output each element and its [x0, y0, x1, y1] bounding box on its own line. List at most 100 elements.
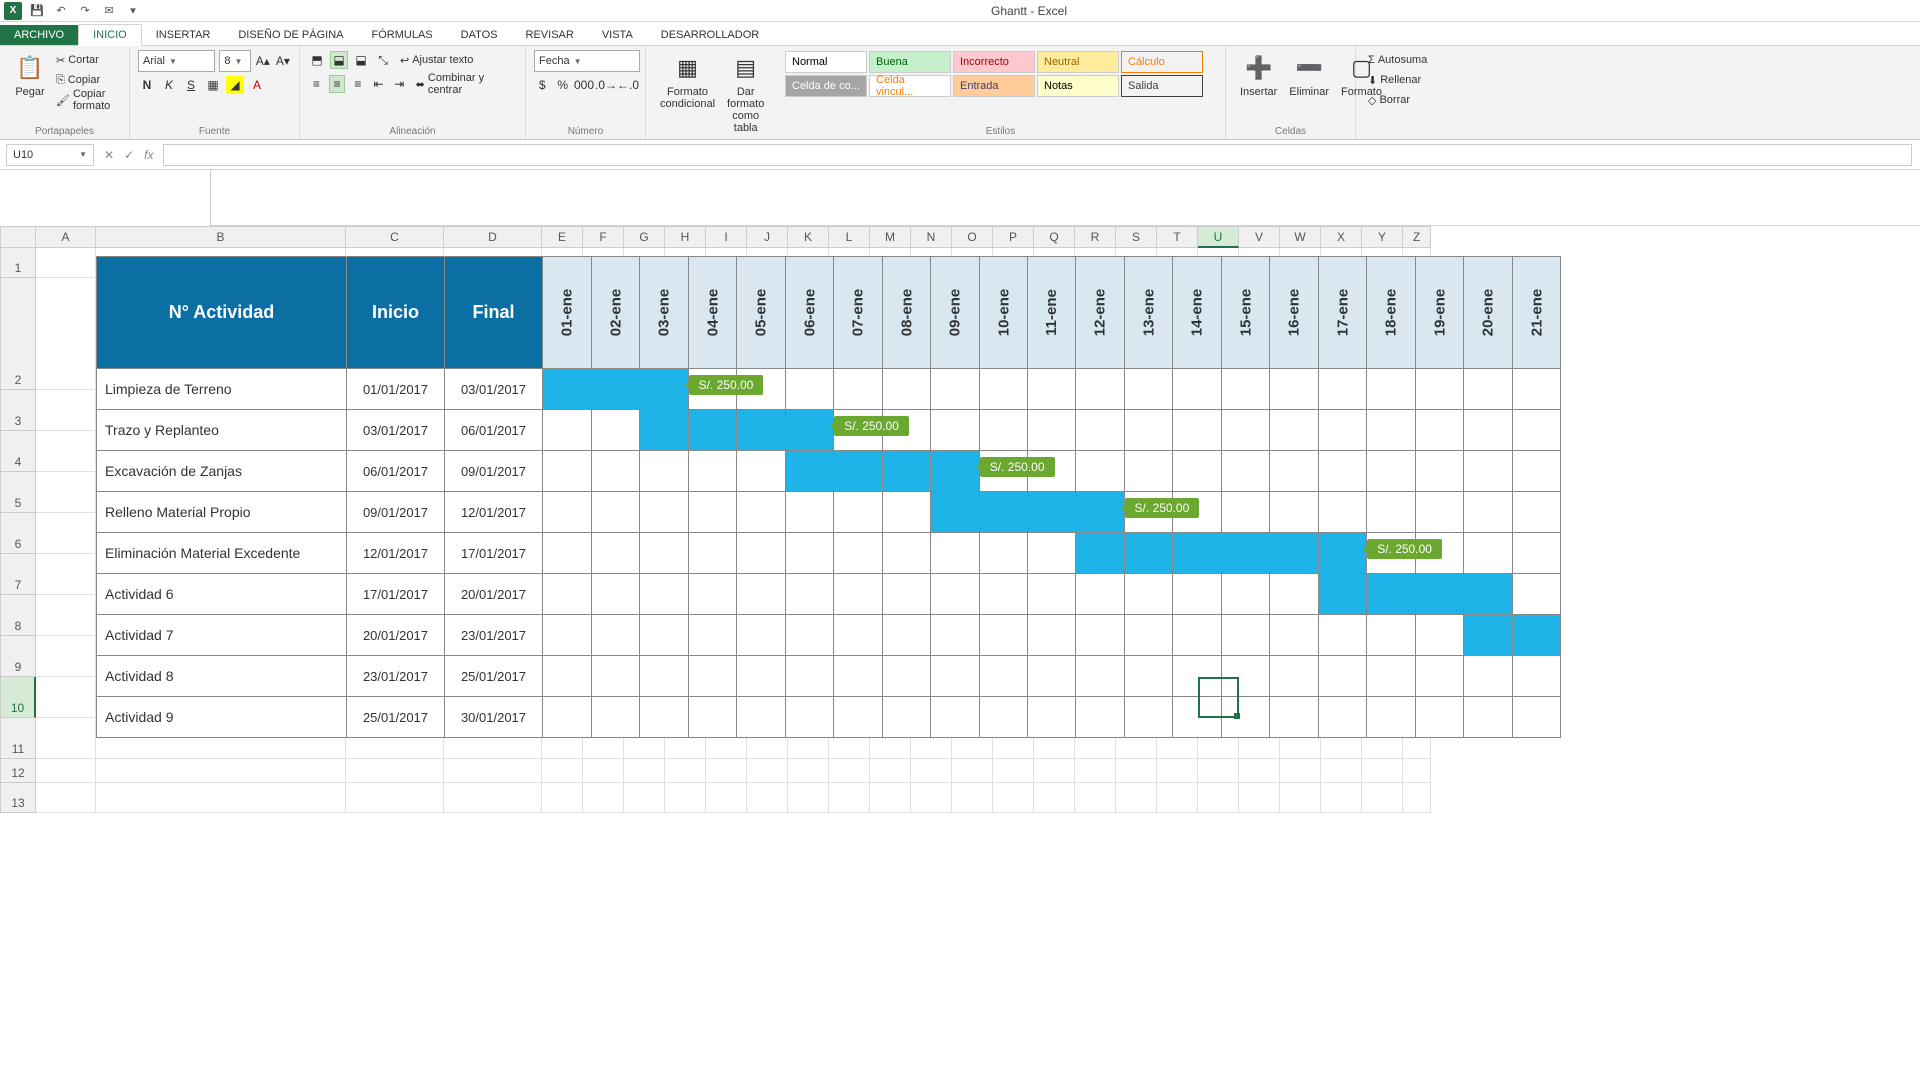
cell-A7[interactable] [36, 554, 96, 595]
gantt-day-cell[interactable] [1076, 574, 1125, 615]
cell-style-celda-de-co-[interactable]: Celda de co... [785, 75, 867, 97]
cell-J12[interactable] [747, 759, 788, 783]
gantt-day-cell[interactable] [1367, 656, 1416, 697]
activity-name[interactable]: Actividad 6 [97, 574, 347, 615]
cell-A5[interactable] [36, 472, 96, 513]
spreadsheet-grid[interactable]: ABCDEFGHIJKLMNOPQRSTUVWXYZ 1234567891011… [0, 226, 1920, 813]
cell-H12[interactable] [665, 759, 706, 783]
gantt-day-cell[interactable] [1464, 656, 1513, 697]
cell-Y12[interactable] [1362, 759, 1403, 783]
gantt-day-cell[interactable] [1221, 492, 1270, 533]
gantt-day-cell[interactable] [1173, 451, 1222, 492]
paste-button[interactable]: 📋 Pegar [8, 50, 52, 110]
gantt-day-cell[interactable] [979, 656, 1028, 697]
gantt-day-cell[interactable] [1124, 615, 1173, 656]
row-header-1[interactable]: 1 [0, 248, 36, 278]
start-date[interactable]: 25/01/2017 [347, 697, 445, 738]
gantt-day-cell[interactable] [1415, 697, 1464, 738]
activity-name[interactable]: Actividad 9 [97, 697, 347, 738]
gantt-day-cell[interactable] [834, 451, 883, 492]
gantt-day-cell[interactable] [1464, 574, 1513, 615]
column-header-T[interactable]: T [1157, 226, 1198, 248]
align-bottom-button[interactable]: ⬓ [352, 51, 370, 69]
gantt-day-cell[interactable] [1464, 533, 1513, 574]
gantt-day-cell[interactable] [1415, 615, 1464, 656]
end-date[interactable]: 20/01/2017 [445, 574, 543, 615]
column-header-X[interactable]: X [1321, 226, 1362, 248]
gantt-day-cell[interactable] [785, 615, 834, 656]
cell-style-notas[interactable]: Notas [1037, 75, 1119, 97]
align-left-button[interactable]: ≡ [308, 75, 325, 93]
column-header-Y[interactable]: Y [1362, 226, 1403, 248]
gantt-day-cell[interactable] [591, 492, 640, 533]
gantt-day-cell[interactable] [979, 574, 1028, 615]
row-header-12[interactable]: 12 [0, 759, 36, 783]
gantt-day-cell[interactable] [640, 410, 689, 451]
column-header-I[interactable]: I [706, 226, 747, 248]
cell-style-celda-vincul-[interactable]: Celda vincul... [869, 75, 951, 97]
gantt-day-cell[interactable] [1221, 697, 1270, 738]
gantt-day-cell[interactable] [543, 697, 592, 738]
gantt-day-cell[interactable] [591, 533, 640, 574]
gantt-day-cell[interactable] [543, 533, 592, 574]
gantt-day-cell[interactable] [1367, 697, 1416, 738]
gantt-day-cell[interactable]: S/. 250.00 [834, 410, 883, 451]
cell-A1[interactable] [36, 248, 96, 278]
gantt-day-cell[interactable] [1173, 615, 1222, 656]
cell-style-c-lculo[interactable]: Cálculo [1121, 51, 1203, 73]
gantt-day-cell[interactable] [834, 697, 883, 738]
activity-name[interactable]: Relleno Material Propio [97, 492, 347, 533]
gantt-day-cell[interactable] [1028, 656, 1076, 697]
column-header-R[interactable]: R [1075, 226, 1116, 248]
gantt-day-cell[interactable] [979, 697, 1028, 738]
cell-A3[interactable] [36, 390, 96, 431]
gantt-day-cell[interactable] [931, 369, 980, 410]
gantt-day-cell[interactable] [543, 615, 592, 656]
gantt-day-cell[interactable] [1270, 656, 1319, 697]
cell-J13[interactable] [747, 783, 788, 813]
column-header-Q[interactable]: Q [1034, 226, 1075, 248]
align-middle-button[interactable]: ⬓ [330, 51, 348, 69]
cell-A11[interactable] [36, 718, 96, 759]
gantt-day-cell[interactable] [1512, 369, 1561, 410]
tab-datos[interactable]: DATOS [447, 25, 512, 45]
gantt-day-cell[interactable] [785, 492, 834, 533]
gantt-day-cell[interactable] [737, 533, 786, 574]
gantt-day-cell[interactable] [1415, 574, 1464, 615]
autosum-button[interactable]: ΣAutosuma [1364, 50, 1448, 70]
end-date[interactable]: 09/01/2017 [445, 451, 543, 492]
cell-F12[interactable] [583, 759, 624, 783]
grow-font-button[interactable]: A▴ [255, 52, 271, 70]
column-header-P[interactable]: P [993, 226, 1034, 248]
font-color-button[interactable]: A [248, 76, 266, 94]
row-header-13[interactable]: 13 [0, 783, 36, 813]
column-header-M[interactable]: M [870, 226, 911, 248]
gantt-day-cell[interactable] [1464, 697, 1513, 738]
gantt-day-cell[interactable] [640, 656, 689, 697]
column-header-Z[interactable]: Z [1403, 226, 1431, 248]
cell-D12[interactable] [444, 759, 542, 783]
cell-I13[interactable] [706, 783, 747, 813]
delete-cells-button[interactable]: ➖Eliminar [1283, 50, 1335, 100]
activity-name[interactable]: Actividad 7 [97, 615, 347, 656]
gantt-day-cell[interactable] [882, 492, 931, 533]
start-date[interactable]: 01/01/2017 [347, 369, 445, 410]
gantt-day-cell[interactable] [1318, 656, 1367, 697]
gantt-day-cell[interactable] [979, 410, 1028, 451]
gantt-day-cell[interactable] [1270, 697, 1319, 738]
conditional-format-button[interactable]: ▦Formato condicional [654, 50, 721, 136]
cell-W12[interactable] [1280, 759, 1321, 783]
start-date[interactable]: 09/01/2017 [347, 492, 445, 533]
gantt-day-cell[interactable] [1367, 615, 1416, 656]
activity-name[interactable]: Eliminación Material Excedente [97, 533, 347, 574]
decrease-indent-button[interactable]: ⇤ [370, 75, 387, 93]
gantt-day-cell[interactable] [882, 697, 931, 738]
cell-style-entrada[interactable]: Entrada [953, 75, 1035, 97]
cell-U12[interactable] [1198, 759, 1239, 783]
tab-desarrollador[interactable]: DESARROLLADOR [647, 25, 773, 45]
gantt-day-cell[interactable] [1124, 410, 1173, 451]
percent-format-button[interactable]: % [555, 76, 572, 94]
gantt-day-cell[interactable] [1221, 369, 1270, 410]
cell-E13[interactable] [542, 783, 583, 813]
cell-E12[interactable] [542, 759, 583, 783]
